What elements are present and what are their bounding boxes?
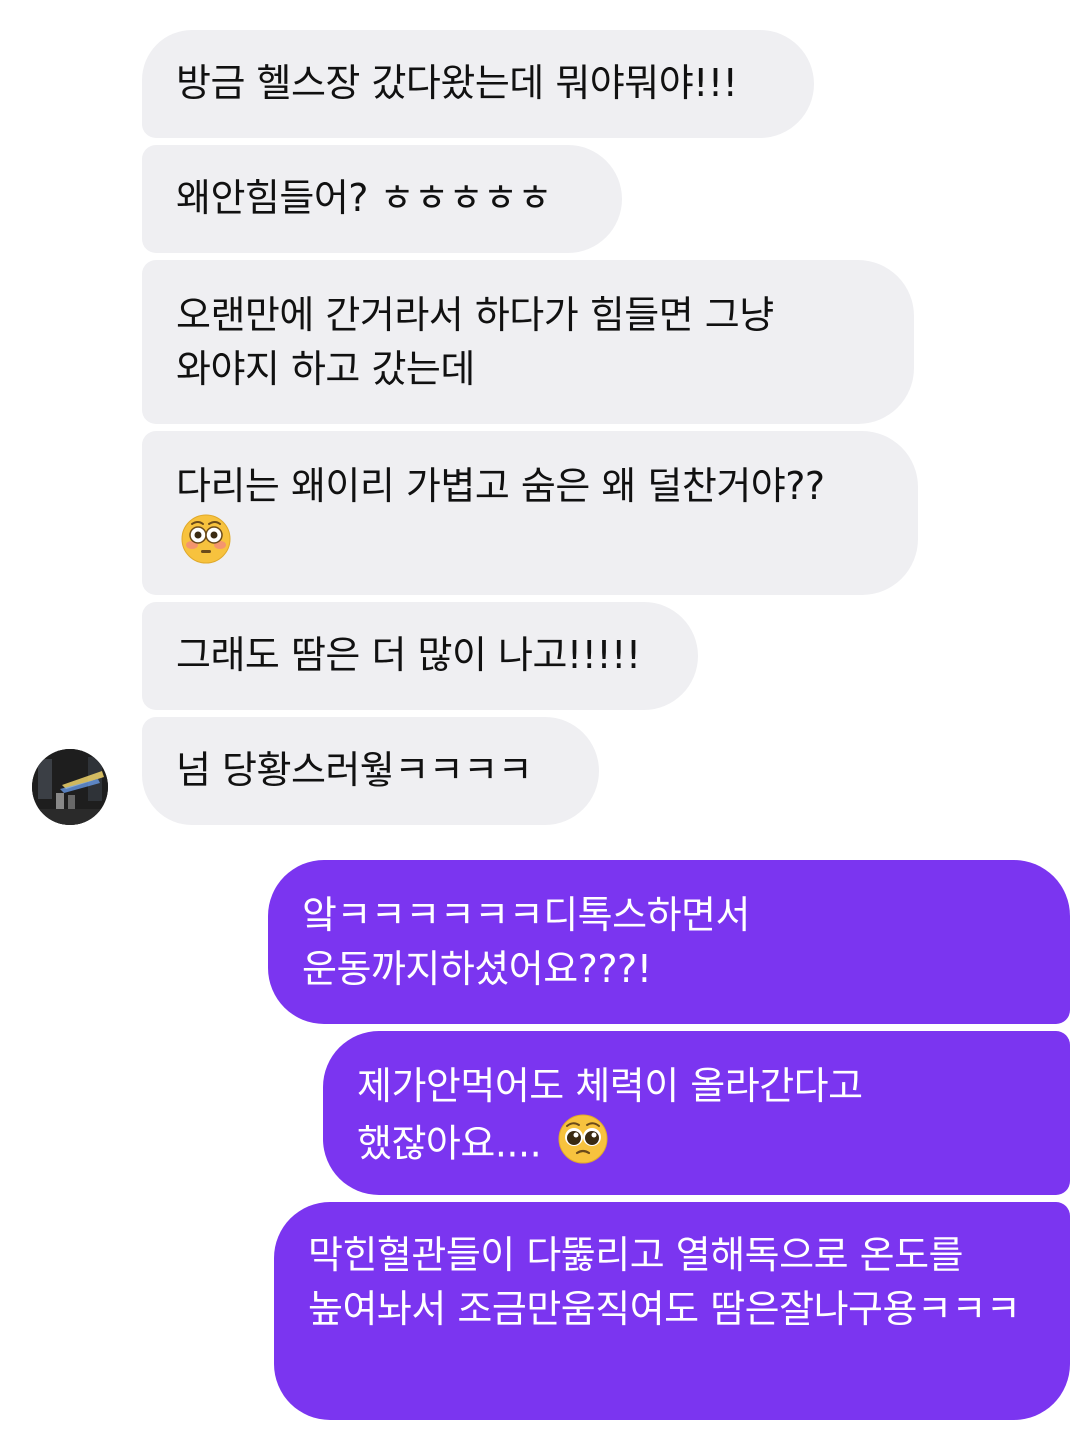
incoming-message[interactable]: 왜안힘들어? ㅎㅎㅎㅎㅎ xyxy=(142,145,622,253)
pleading-face-icon xyxy=(557,1113,609,1179)
message-text: 오랜만에 간거라서 하다가 힘들면 그냥 와야지 하고 갔는데 xyxy=(176,293,774,391)
avatar[interactable] xyxy=(32,749,108,825)
outgoing-message[interactable]: 막힌혈관들이 다뚫리고 열해독으로 온도를 높여놔서 조금만움직여도 땀은잘나구… xyxy=(274,1202,1070,1420)
incoming-message[interactable]: 방금 헬스장 갔다왔는데 뭐야뭐야!!! xyxy=(142,30,814,138)
incoming-message[interactable]: 오랜만에 간거라서 하다가 힘들면 그냥 와야지 하고 갔는데 xyxy=(142,260,914,424)
incoming-message[interactable]: 다리는 왜이리 가볍고 숨은 왜 덜찬거야?? xyxy=(142,431,918,595)
flushed-face-icon xyxy=(180,513,232,579)
message-text: 다리는 왜이리 가볍고 숨은 왜 덜찬거야?? xyxy=(176,464,825,508)
message-text: 막힌혈관들이 다뚫리고 열해독으로 온도를 높여놔서 조금만움직여도 땀은잘나구… xyxy=(308,1233,1021,1331)
message-text: 넘 당황스러웧ㅋㅋㅋㅋ xyxy=(176,748,533,792)
outgoing-message[interactable]: 제가안먹어도 체력이 올라간다고 했잖아요.... xyxy=(323,1031,1070,1195)
message-text: 앜ㅋㅋㅋㅋㅋㅋ디톡스하면서 운동까지하셨어요???! xyxy=(302,893,750,991)
chat-thread: 방금 헬스장 갔다왔는데 뭐야뭐야!!! 왜안힘들어? ㅎㅎㅎㅎㅎ 오랜만에 간… xyxy=(0,0,1080,1437)
message-text: 왜안힘들어? ㅎㅎㅎㅎㅎ xyxy=(176,176,552,220)
message-text: 제가안먹어도 체력이 올라간다고 했잖아요.... xyxy=(357,1064,863,1166)
message-text: 방금 헬스장 갔다왔는데 뭐야뭐야!!! xyxy=(176,61,738,105)
incoming-message[interactable]: 넘 당황스러웧ㅋㅋㅋㅋ xyxy=(142,717,599,825)
outgoing-message[interactable]: 앜ㅋㅋㅋㅋㅋㅋ디톡스하면서 운동까지하셨어요???! xyxy=(268,860,1070,1024)
incoming-message[interactable]: 그래도 땀은 더 많이 나고!!!!! xyxy=(142,602,698,710)
message-text: 그래도 땀은 더 많이 나고!!!!! xyxy=(176,633,641,677)
